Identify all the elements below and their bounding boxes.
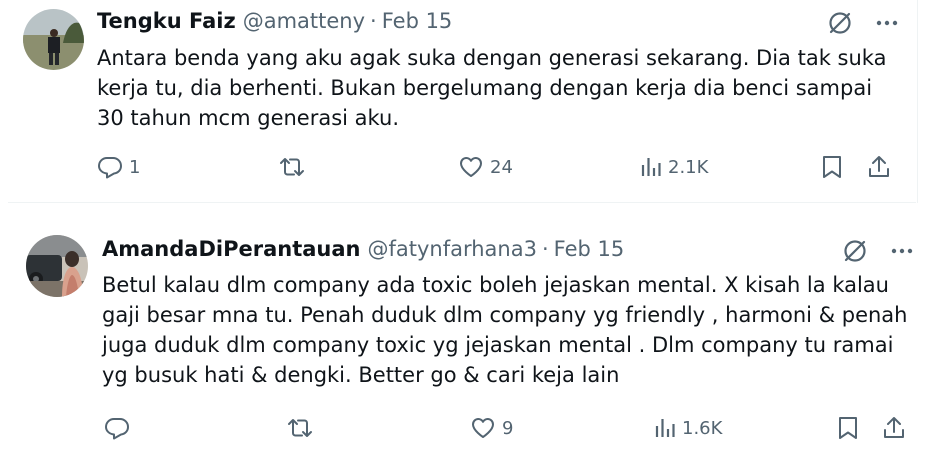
tweet-header: Tengku Faiz @amatteny · Feb 15 — [97, 9, 452, 33]
tweet-text: Antara benda yang aku agak suka dengan g… — [97, 46, 887, 130]
tweet-actions: 1 24 2.1K — [0, 154, 925, 184]
separator: · — [370, 9, 377, 33]
tweet-actions: 9 1.6K — [0, 415, 925, 445]
reply-icon — [98, 157, 122, 179]
views-count: 1.6K — [682, 417, 723, 439]
tweet-header: AmandaDiPerantauan @fatynfarhana3 · Feb … — [102, 237, 624, 261]
bookmark-button[interactable] — [836, 415, 860, 441]
author-handle[interactable]: @fatynfarhana3 — [367, 237, 536, 261]
views-count: 2.1K — [668, 156, 709, 178]
header-actions — [842, 238, 916, 264]
reply-count: 1 — [129, 156, 141, 178]
like-count: 24 — [490, 156, 513, 178]
avatar[interactable] — [26, 235, 88, 297]
share-icon — [884, 417, 904, 438]
share-icon — [869, 156, 889, 177]
separator: · — [541, 237, 549, 261]
author-name[interactable]: AmandaDiPerantauan — [102, 237, 360, 261]
views-icon — [641, 158, 661, 176]
like-button[interactable]: 24 — [458, 154, 513, 180]
like-count: 9 — [502, 417, 514, 439]
header-actions — [827, 10, 901, 36]
author-name[interactable]: Tengku Faiz — [97, 9, 236, 33]
bookmark-icon — [839, 417, 857, 439]
reply-icon — [105, 418, 129, 440]
share-button[interactable] — [882, 415, 906, 441]
reply-button[interactable]: 1 — [97, 154, 140, 180]
tweet-date[interactable]: Feb 15 — [554, 237, 625, 261]
tweet-divider — [8, 202, 916, 203]
tweet-text: Betul kalau dlm company ada toxic boleh … — [102, 273, 908, 387]
like-button[interactable]: 9 — [470, 415, 513, 441]
views-button[interactable]: 2.1K — [640, 154, 708, 180]
bookmark-button[interactable] — [820, 154, 844, 180]
like-icon — [472, 418, 494, 438]
retweet-button[interactable] — [286, 415, 320, 441]
bookmark-icon — [823, 156, 841, 178]
retweet-button[interactable] — [278, 154, 312, 180]
grok-icon[interactable] — [842, 238, 868, 264]
reply-button[interactable] — [104, 415, 136, 441]
views-button[interactable]: 1.6K — [654, 415, 722, 441]
tweet-date[interactable]: Feb 15 — [382, 9, 453, 33]
more-icon[interactable] — [873, 10, 901, 36]
retweet-icon — [280, 158, 304, 176]
column-border — [917, 0, 918, 203]
more-icon[interactable] — [888, 238, 916, 264]
views-icon — [655, 419, 675, 437]
author-handle[interactable]: @amatteny — [243, 9, 365, 33]
tweet[interactable]: AmandaDiPerantauan @fatynfarhana3 · Feb … — [0, 222, 925, 460]
tweet[interactable]: Tengku Faiz @amatteny · Feb 15 Antara be… — [0, 0, 925, 203]
grok-icon[interactable] — [827, 10, 853, 36]
avatar[interactable] — [23, 9, 84, 70]
share-button[interactable] — [867, 154, 891, 180]
retweet-icon — [288, 419, 312, 437]
like-icon — [460, 157, 482, 177]
